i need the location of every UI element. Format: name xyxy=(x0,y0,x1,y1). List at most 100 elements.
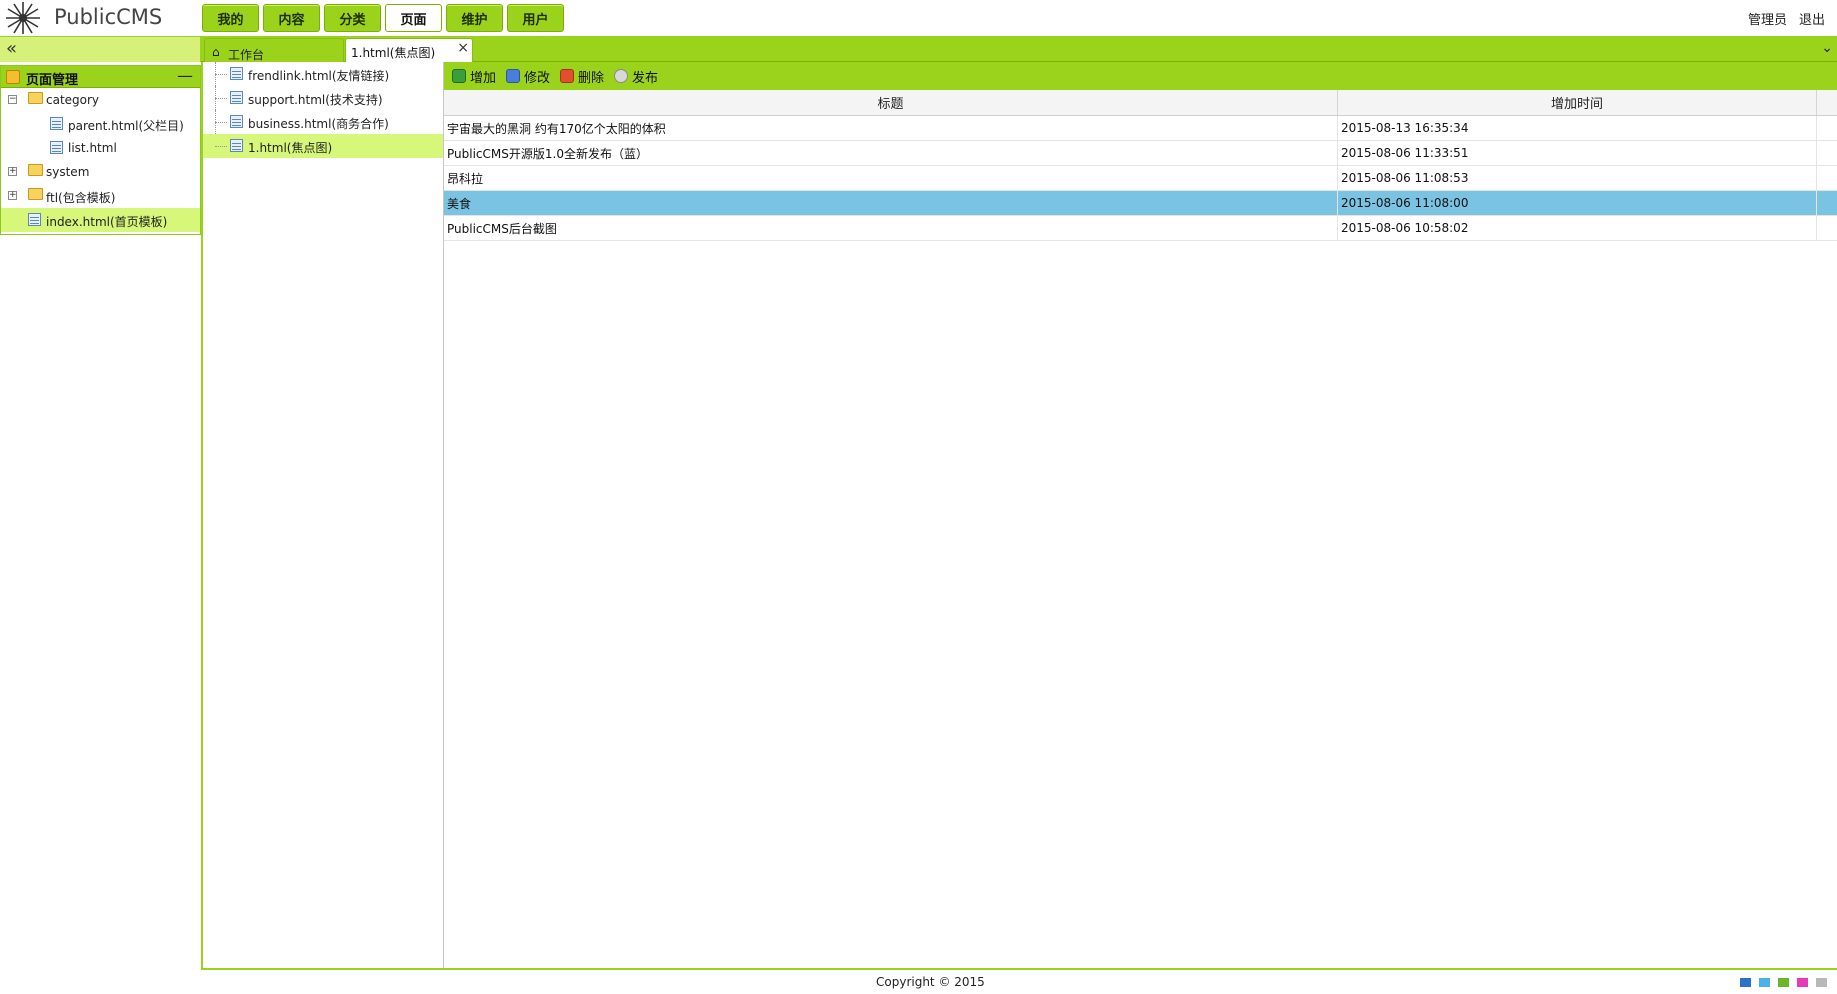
edit-button-label: 修改 xyxy=(524,70,551,86)
file-icon xyxy=(230,67,243,80)
tab-1-html[interactable]: 1.html(焦点图) × xyxy=(345,38,473,62)
collapse-toggle-icon[interactable]: − xyxy=(8,95,17,104)
cell-time: 2015-08-06 11:33:51 xyxy=(1338,141,1817,165)
double-chevron-left-icon[interactable]: « xyxy=(6,38,17,60)
table-row[interactable]: 宇宙最大的黑洞 约有170亿个太阳的体积 2015-08-13 16:35:34 xyxy=(444,116,1837,141)
table-row[interactable]: PublicCMS开源版1.0全新发布（蓝） 2015-08-06 11:33:… xyxy=(444,141,1837,166)
column-header-spacer xyxy=(1817,90,1837,115)
user-box: 管理员 退出 xyxy=(1748,9,1825,28)
tree-item-label: category xyxy=(46,93,100,107)
nav-my[interactable]: 我的 xyxy=(202,4,259,32)
list-item-label: support.html(技术支持) xyxy=(248,93,383,107)
publish-button-label: 发布 xyxy=(632,70,659,86)
nav-user[interactable]: 用户 xyxy=(507,4,564,32)
publish-button[interactable]: 发布 xyxy=(614,67,658,86)
double-chevron-down-icon[interactable]: ⌄ xyxy=(1821,40,1833,56)
tab-workbench[interactable]: ⌂ 工作台 xyxy=(204,38,344,62)
publish-icon xyxy=(614,69,629,83)
folder-icon xyxy=(28,164,43,176)
tree-item-list-html[interactable]: list.html xyxy=(1,136,200,160)
theme-swatch-gray[interactable] xyxy=(1816,978,1827,987)
logout-link[interactable]: 退出 xyxy=(1799,9,1825,28)
add-icon xyxy=(452,69,466,83)
sidebar-collapse-bar: « xyxy=(0,36,201,62)
nav-maintenance[interactable]: 维护 xyxy=(446,4,503,32)
tree-item-ftl[interactable]: + ftl(包含模板) xyxy=(1,184,200,208)
tree-item-parent-html[interactable]: parent.html(父栏目) xyxy=(1,112,200,136)
table-row-selected[interactable]: 美食 2015-08-06 11:08:00 xyxy=(444,191,1837,216)
tree-item-index-html[interactable]: index.html(首页模板) xyxy=(1,208,200,232)
file-icon xyxy=(28,213,41,226)
theme-swatch-green[interactable] xyxy=(1778,978,1789,987)
grid-header: 标题 增加时间 xyxy=(444,90,1837,116)
tree-line xyxy=(215,122,227,123)
cell-title: 昂科拉 xyxy=(444,166,1338,190)
tree-item-label: system xyxy=(46,165,90,179)
footer: Copyright © 2015 xyxy=(201,968,1837,994)
top-header: PublicCMS 我的 内容 分类 页面 维护 用户 管理员 退出 xyxy=(0,0,1837,36)
file-icon xyxy=(230,91,243,104)
list-item-label: 1.html(焦点图) xyxy=(248,141,333,155)
nav-content[interactable]: 内容 xyxy=(263,4,320,32)
panel-title: 页面管理 xyxy=(26,73,79,88)
panel-arrow-icon xyxy=(6,70,20,84)
list-item-1-html[interactable]: 1.html(焦点图) xyxy=(203,134,443,158)
home-icon: ⌂ xyxy=(212,45,220,59)
list-item-support[interactable]: support.html(技术支持) xyxy=(203,86,443,110)
page-file-list: frendlink.html(友情链接) support.html(技术支持) … xyxy=(201,62,444,968)
delete-button[interactable]: 删除 xyxy=(560,67,604,86)
cell-time: 2015-08-06 10:58:02 xyxy=(1338,216,1817,240)
tab-label: 1.html(焦点图) xyxy=(351,46,436,60)
tree-item-label: ftl(包含模板) xyxy=(46,191,116,205)
main-nav: 我的 内容 分类 页面 维护 用户 xyxy=(202,4,564,32)
nav-page[interactable]: 页面 xyxy=(385,4,442,32)
cell-title: 宇宙最大的黑洞 约有170亿个太阳的体积 xyxy=(444,116,1338,140)
column-header-time[interactable]: 增加时间 xyxy=(1338,90,1817,115)
cell-time: 2015-08-06 11:08:00 xyxy=(1338,191,1817,215)
column-header-title[interactable]: 标题 xyxy=(444,90,1338,115)
content-area: 增加 修改 删除 发布 标题 增加时间 宇宙最大的黑洞 约有170亿个太阳的体积… xyxy=(444,62,1837,968)
close-icon[interactable]: × xyxy=(457,40,469,56)
tree-line xyxy=(215,98,227,99)
folder-icon xyxy=(28,92,43,104)
toolbar: 增加 修改 删除 发布 xyxy=(444,62,1837,90)
file-icon xyxy=(230,139,243,152)
tree-line xyxy=(215,74,227,75)
left-sidebar: « 页面管理 — − category parent.html(父栏目) lis… xyxy=(0,36,201,969)
add-button[interactable]: 增加 xyxy=(452,67,496,86)
minimize-icon[interactable]: — xyxy=(177,66,193,85)
theme-switcher xyxy=(1740,978,1827,987)
expand-toggle-icon[interactable]: + xyxy=(8,191,17,200)
table-row[interactable]: 昂科拉 2015-08-06 11:08:53 xyxy=(444,166,1837,191)
list-item-business[interactable]: business.html(商务合作) xyxy=(203,110,443,134)
list-item-frendlink[interactable]: frendlink.html(友情链接) xyxy=(203,62,443,86)
file-icon xyxy=(230,115,243,128)
tab-bar: ⌂ 工作台 1.html(焦点图) × ⌄ xyxy=(201,36,1837,62)
file-icon xyxy=(50,117,63,130)
edit-button[interactable]: 修改 xyxy=(506,67,550,86)
cell-title: 美食 xyxy=(444,191,1338,215)
tree-item-label: parent.html(父栏目) xyxy=(68,119,184,133)
tree-line xyxy=(215,146,227,147)
file-icon xyxy=(50,141,63,154)
nav-category[interactable]: 分类 xyxy=(324,4,381,32)
tree-item-label: index.html(首页模板) xyxy=(46,215,168,229)
theme-swatch-pink[interactable] xyxy=(1797,978,1808,987)
app-title: PublicCMS xyxy=(54,5,163,29)
expand-toggle-icon[interactable]: + xyxy=(8,167,17,176)
user-name[interactable]: 管理员 xyxy=(1748,9,1787,28)
theme-swatch-lightblue[interactable] xyxy=(1759,978,1770,987)
add-button-label: 增加 xyxy=(470,70,497,86)
tree-item-category[interactable]: − category xyxy=(1,88,200,112)
list-item-label: business.html(商务合作) xyxy=(248,117,389,131)
panel-header[interactable]: 页面管理 — xyxy=(1,66,200,88)
page-management-panel: 页面管理 — − category parent.html(父栏目) list.… xyxy=(0,65,201,235)
folder-icon xyxy=(28,188,43,200)
publiccms-logo-icon xyxy=(6,2,40,34)
theme-swatch-blue[interactable] xyxy=(1740,978,1751,987)
tree-item-label: list.html xyxy=(68,141,117,155)
cell-time: 2015-08-06 11:08:53 xyxy=(1338,166,1817,190)
tree-item-system[interactable]: + system xyxy=(1,160,200,184)
table-row[interactable]: PublicCMS后台截图 2015-08-06 10:58:02 xyxy=(444,216,1837,241)
edit-icon xyxy=(506,69,521,83)
